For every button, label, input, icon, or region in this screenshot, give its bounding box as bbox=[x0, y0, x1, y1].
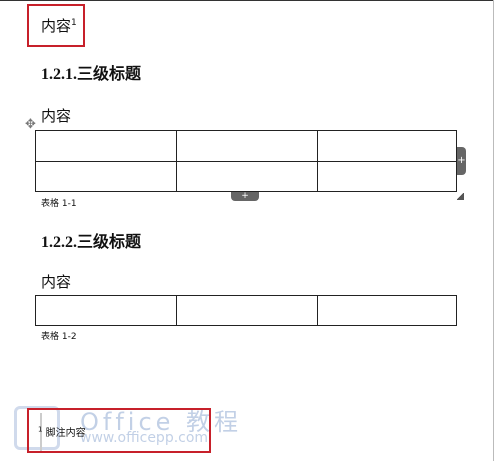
table-cell[interactable] bbox=[176, 160, 318, 192]
table-1[interactable] bbox=[35, 130, 457, 192]
body-text-1[interactable]: 内容 bbox=[41, 105, 71, 126]
table-caption-2[interactable]: 表格 1-2 bbox=[41, 329, 77, 342]
table-2[interactable] bbox=[35, 295, 457, 326]
table-caption-1[interactable]: 表格 1-1 bbox=[41, 196, 77, 209]
page-top-border bbox=[0, 0, 494, 1]
table-cell[interactable] bbox=[317, 160, 457, 192]
highlight-box-footnote bbox=[27, 408, 211, 453]
table-cell[interactable] bbox=[317, 295, 457, 326]
table-cell[interactable] bbox=[35, 295, 177, 326]
highlight-box-footnote-ref bbox=[27, 4, 85, 47]
table-cell[interactable] bbox=[35, 130, 177, 162]
body-text-2[interactable]: 内容 bbox=[41, 271, 71, 292]
table-cell[interactable] bbox=[35, 160, 177, 192]
add-column-button[interactable]: + bbox=[457, 147, 466, 175]
table-cell[interactable] bbox=[317, 130, 457, 162]
heading-1-2-2[interactable]: 1.2.2.三级标题 bbox=[41, 228, 141, 252]
table-cell[interactable] bbox=[176, 295, 318, 326]
table-row bbox=[35, 130, 457, 162]
table-resize-handle[interactable] bbox=[457, 193, 464, 200]
add-row-button[interactable]: + bbox=[231, 192, 259, 201]
table-cell[interactable] bbox=[176, 130, 318, 162]
table-row bbox=[35, 295, 457, 326]
table-row bbox=[35, 160, 457, 192]
heading-1-2-1[interactable]: 1.2.1.三级标题 bbox=[41, 60, 141, 84]
